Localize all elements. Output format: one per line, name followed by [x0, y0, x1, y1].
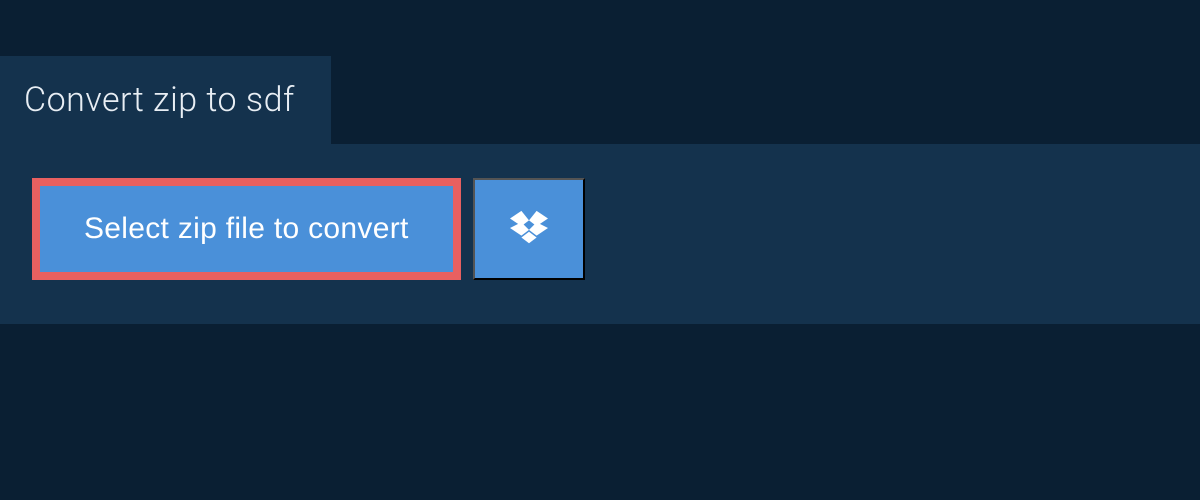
select-file-button[interactable]: Select zip file to convert [32, 178, 461, 280]
tab-header: Convert zip to sdf [0, 56, 331, 144]
page-title: Convert zip to sdf [24, 80, 295, 120]
button-row: Select zip file to convert [32, 178, 1168, 280]
dropbox-icon [510, 210, 548, 249]
dropbox-button[interactable] [473, 178, 585, 280]
content-panel: Select zip file to convert [0, 144, 1200, 324]
